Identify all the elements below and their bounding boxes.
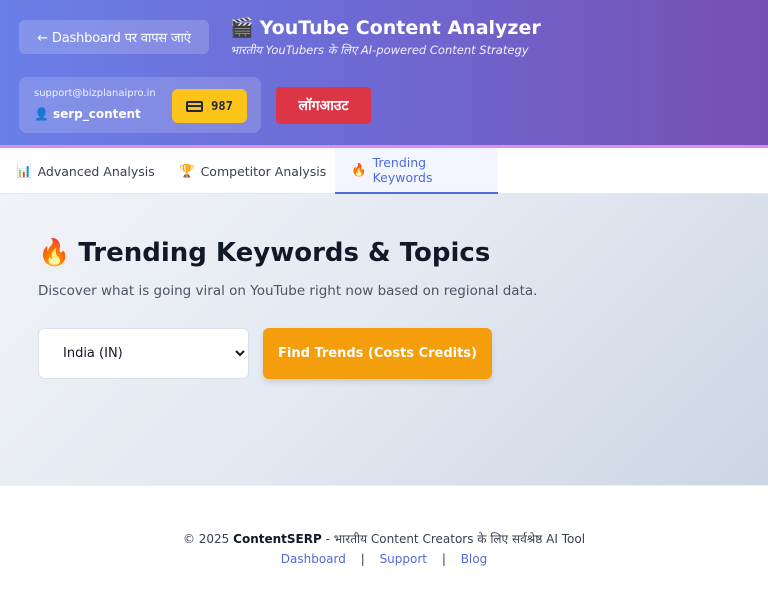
region-select[interactable]: India (IN) (38, 328, 249, 379)
app-title: 🎬 YouTube Content Analyzer (230, 16, 541, 40)
tab-label: Trending Keywords (372, 155, 433, 185)
page-title: 🔥 Trending Keywords & Topics (38, 238, 490, 268)
page-title-text: Trending Keywords & Topics (78, 238, 491, 268)
find-trends-button[interactable]: Find Trends (Costs Credits) (263, 328, 492, 379)
username-text: serp_content (52, 107, 141, 121)
person-icon: 👤 (34, 107, 49, 121)
copyright-text: © 2025 (182, 532, 230, 546)
app-header: ← Dashboard पर वापस जाएं 🎬 YouTube Conte… (0, 0, 768, 148)
footer-copyright: © 2025 ContentSERP - भारतीय Content Crea… (0, 530, 768, 547)
fire-icon: 🔥 (38, 238, 71, 268)
app-title-text: YouTube Content Analyzer (259, 16, 541, 39)
footer-link-dashboard[interactable]: Dashboard (281, 552, 346, 566)
footer-tagline: - भारतीय Content Creators के लिए सर्वश्र… (325, 532, 586, 546)
tab-competitor-analysis[interactable]: 🏆 Competitor Analysis (163, 148, 342, 194)
footer-separator: | (360, 552, 365, 566)
user-name: 👤 serp_content (34, 107, 141, 121)
footer-link-support[interactable]: Support (380, 552, 427, 566)
credits-badge: 987 (172, 89, 247, 123)
trending-panel: 🔥 Trending Keywords & Topics Discover wh… (0, 194, 768, 485)
app-subtitle: भारतीय YouTubers के लिए AI-powered Conte… (230, 43, 529, 57)
fire-icon: 🔥 (351, 162, 367, 177)
page-description: Discover what is going viral on YouTube … (38, 283, 538, 299)
logout-button[interactable]: लॉगआउट (276, 87, 371, 124)
footer: © 2025 ContentSERP - भारतीय Content Crea… (0, 485, 768, 609)
footer-separator: | (441, 552, 446, 566)
user-card: support@bizplanaipro.in 👤 serp_content 9… (19, 77, 261, 133)
tab-bar: 📊 Advanced Analysis 🏆 Competitor Analysi… (0, 148, 768, 194)
bar-chart-icon: 📊 (16, 163, 32, 178)
tab-label: Advanced Analysis (37, 163, 155, 179)
tab-advanced-analysis[interactable]: 📊 Advanced Analysis (0, 148, 171, 194)
back-to-dashboard-button[interactable]: ← Dashboard पर वापस जाएं (19, 20, 209, 54)
footer-links: Dashboard | Support | Blog (0, 552, 768, 566)
clapperboard-icon: 🎬 (230, 17, 254, 39)
credits-count: 987 (211, 99, 233, 113)
footer-link-blog[interactable]: Blog (461, 552, 488, 566)
user-email: support@bizplanaipro.in (34, 88, 156, 99)
tab-trending-keywords[interactable]: 🔥 Trending Keywords (335, 148, 498, 194)
footer-brand: ContentSERP (233, 532, 322, 546)
trophy-icon: 🏆 (179, 163, 195, 178)
credit-card-icon (186, 100, 204, 112)
tab-label: Competitor Analysis (200, 163, 327, 179)
